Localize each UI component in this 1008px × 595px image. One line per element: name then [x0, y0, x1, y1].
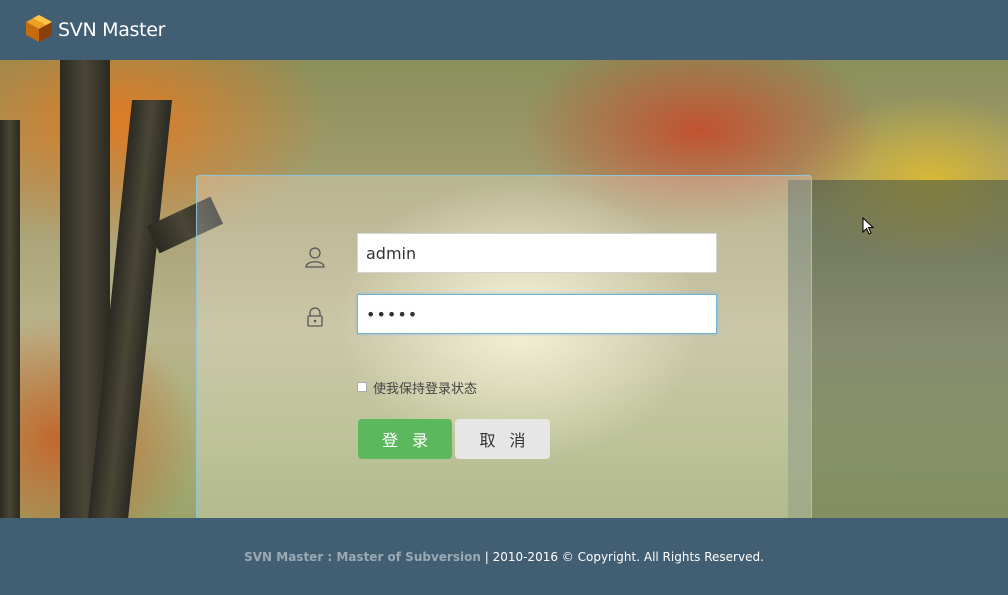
remember-label: 使我保持登录状态 [373, 381, 478, 397]
footer: SVN Master : Master of Subversion | 2010… [0, 518, 1008, 595]
footer-text: SVN Master : Master of Subversion | 2010… [0, 550, 1008, 564]
password-input[interactable] [357, 294, 717, 334]
mouse-cursor-icon [862, 216, 875, 235]
background-image: 使我保持登录状态 登录 取消 [0, 60, 1008, 518]
remember-checkbox[interactable] [357, 382, 367, 392]
username-input[interactable] [357, 233, 717, 273]
footer-copyright: 2010-2016 © Copyright. All Rights Reserv… [492, 550, 764, 564]
login-button[interactable]: 登录 [358, 419, 452, 459]
svn-cube-icon [24, 13, 54, 47]
app-logo[interactable]: SVN Master [24, 13, 166, 47]
footer-separator: | [480, 550, 493, 564]
footer-brand[interactable]: SVN Master : Master of Subversion [244, 550, 481, 564]
remember-me[interactable]: 使我保持登录状态 [357, 377, 477, 397]
user-icon [304, 246, 326, 268]
login-panel: 使我保持登录状态 登录 取消 [196, 175, 812, 518]
top-header: SVN Master [0, 0, 1008, 60]
lock-icon [304, 306, 326, 328]
cancel-button[interactable]: 取消 [455, 419, 550, 459]
app-title: SVN Master [58, 19, 166, 41]
